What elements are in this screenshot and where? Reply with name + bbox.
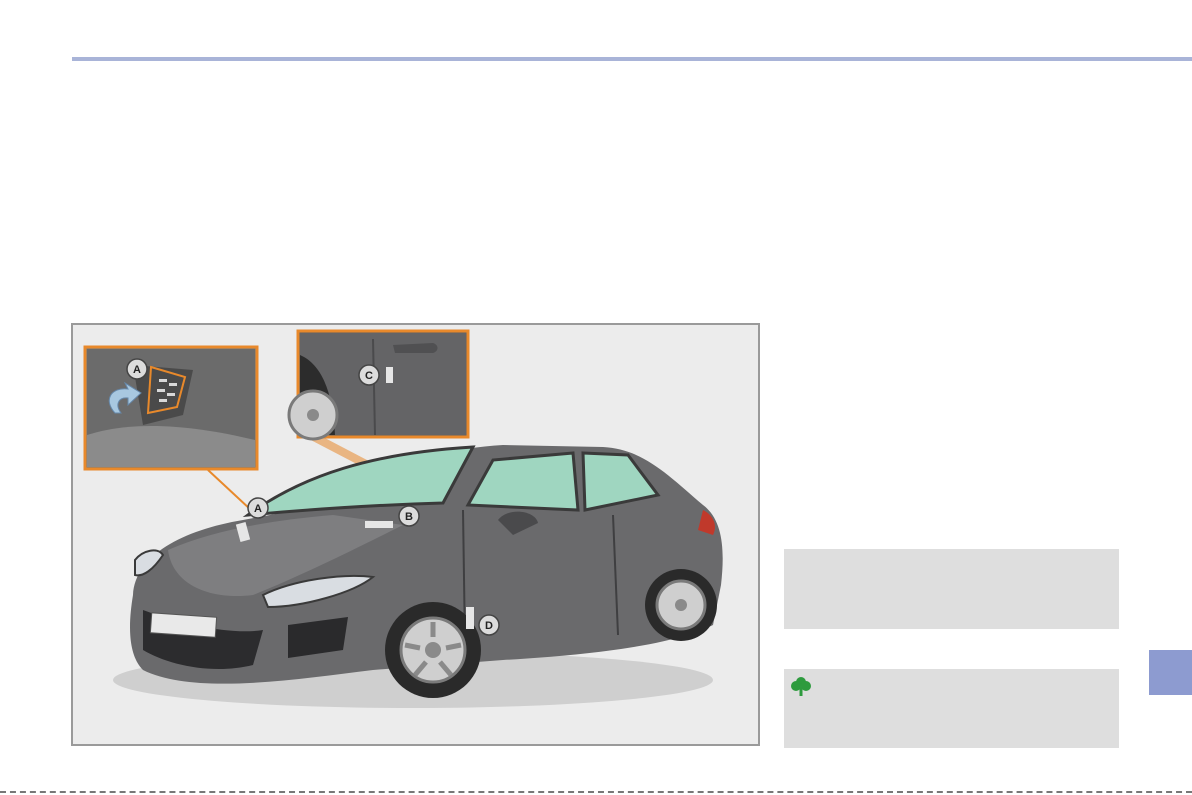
tree-icon — [790, 675, 812, 702]
callout-a-car: A — [247, 497, 269, 519]
eco-note-box — [784, 669, 1119, 748]
car-body — [113, 445, 723, 708]
svg-text:B: B — [405, 511, 413, 523]
chapter-tab[interactable] — [1149, 650, 1192, 695]
leader-line-a — [207, 469, 252, 511]
note-box — [784, 549, 1119, 629]
page-footer-rule — [0, 791, 1192, 793]
callout-c-inset: C — [365, 370, 373, 382]
callout-a-inset: A — [133, 364, 141, 376]
label-sticker-b — [365, 521, 393, 528]
car-illustration: A B D A C — [83, 329, 723, 708]
svg-text:A: A — [254, 503, 262, 515]
callout-b-car: B — [398, 505, 420, 527]
identification-markings-figure: A B D A C — [71, 323, 760, 746]
svg-text:D: D — [485, 620, 493, 632]
header-rule — [72, 57, 1192, 61]
inset-door-edge: C — [287, 329, 470, 441]
label-sticker-d — [466, 607, 474, 629]
inset-engine-bay: A — [83, 345, 259, 471]
label-sticker-c — [386, 367, 393, 383]
callout-d-car: D — [478, 614, 500, 636]
